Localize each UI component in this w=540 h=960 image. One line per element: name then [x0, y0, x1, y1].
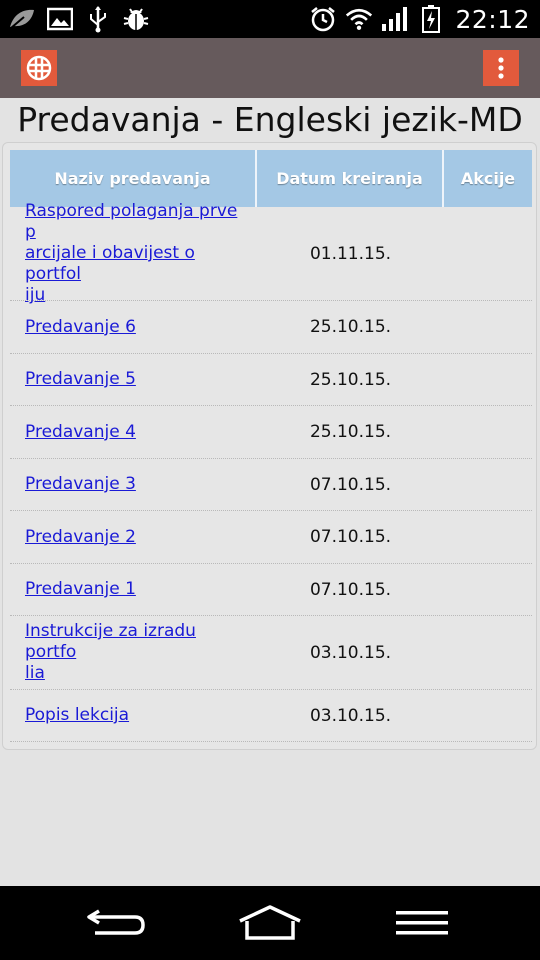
lecture-link[interactable]: Raspored polaganja prve p arcijale i obav…	[25, 201, 237, 305]
lecture-date: 25.10.15.	[309, 369, 392, 390]
table-body: Raspored polaganja prve p arcijale i obav…	[10, 201, 532, 742]
status-time: 22:12	[455, 4, 530, 34]
table-row: Predavanje 2 07.10.15.	[10, 511, 532, 564]
table-row: Predavanje 3 07.10.15.	[10, 459, 532, 511]
lecture-name-cell: Predavanje 6	[10, 317, 257, 338]
back-icon	[87, 909, 145, 935]
lecture-date: 03.10.15.	[309, 705, 392, 726]
home-button[interactable]	[235, 900, 305, 946]
lecture-name-cell: Predavanje 3	[10, 474, 257, 495]
lecture-name-cell: Predavanje 2	[10, 527, 257, 548]
lecture-link[interactable]: Instrukcije za izradu portfo lia	[25, 621, 196, 683]
column-header-date[interactable]: Datum kreiranja	[257, 150, 444, 207]
back-button[interactable]	[82, 900, 152, 946]
overflow-menu-button[interactable]	[483, 50, 519, 86]
lecture-link[interactable]: Predavanje 1	[25, 579, 136, 599]
lecture-date: 01.11.15.	[309, 243, 392, 264]
table-row: Predavanje 1 07.10.15.	[10, 564, 532, 616]
lecture-name-cell: Popis lekcija	[10, 705, 257, 726]
status-bar: 22:12	[0, 0, 540, 38]
lecture-date: 07.10.15.	[309, 527, 392, 547]
alarm-icon	[309, 5, 337, 33]
bug-icon	[122, 5, 150, 33]
usb-icon	[84, 5, 112, 33]
lecture-name-cell: Predavanje 4	[10, 422, 257, 443]
image-icon	[46, 5, 74, 33]
column-header-name[interactable]: Naziv predavanja	[10, 150, 257, 207]
wifi-icon	[345, 5, 373, 33]
table-row: Predavanje 6 25.10.15.	[10, 301, 532, 354]
grid-globe-icon	[26, 55, 52, 81]
lecture-date: 07.10.15.	[309, 474, 392, 495]
lecture-link[interactable]: Predavanje 4	[25, 422, 136, 442]
menu-button[interactable]	[387, 900, 457, 946]
page-title: Predavanja - Engleski jezik-MD	[17, 100, 523, 139]
grid-globe-button[interactable]	[21, 50, 57, 86]
lecture-date: 03.10.15.	[309, 642, 392, 663]
lecture-link[interactable]: Popis lekcija	[25, 705, 129, 725]
table-row: Predavanje 4 25.10.15.	[10, 406, 532, 459]
lecture-link[interactable]: Predavanje 3	[25, 474, 136, 494]
column-header-actions[interactable]: Akcije	[444, 150, 532, 207]
action-bar	[0, 38, 540, 98]
table-row: Instrukcije za izradu portfo lia 03.10.15…	[10, 616, 532, 690]
lecture-name-cell: Predavanje 5	[10, 369, 257, 390]
lecture-name-cell: Instrukcije za izradu portfo lia	[10, 621, 257, 684]
lecture-link[interactable]: Predavanje 5	[25, 369, 136, 389]
table-row: Raspored polaganja prve p arcijale i obav…	[10, 201, 532, 305]
status-bar-notifications	[8, 4, 150, 34]
lecture-link[interactable]: Predavanje 6	[25, 317, 136, 337]
status-bar-system: 22:12	[309, 4, 530, 34]
lecture-name-cell: Predavanje 1	[10, 579, 257, 600]
navigation-bar	[0, 886, 540, 960]
menu-icon	[396, 911, 448, 935]
battery-charging-icon	[417, 5, 445, 33]
lecture-date: 07.10.15.	[309, 579, 392, 600]
lecture-link[interactable]: Predavanje 2	[25, 527, 136, 547]
signal-icon	[381, 5, 409, 33]
leaf-icon	[8, 5, 36, 33]
table-row: Predavanje 5 25.10.15.	[10, 354, 532, 406]
overflow-menu-icon	[498, 57, 504, 79]
table-header: Naziv predavanja Datum kreiranja Akcije	[10, 150, 532, 207]
home-icon	[239, 905, 301, 940]
lecture-date: 25.10.15.	[309, 317, 392, 337]
lecture-date: 25.10.15.	[309, 422, 392, 442]
lectures-table: Naziv predavanja Datum kreiranja Akcije …	[2, 142, 537, 750]
lecture-name-cell: Raspored polaganja prve p arcijale i obav…	[10, 201, 257, 306]
table-row: Popis lekcija 03.10.15.	[10, 690, 532, 742]
